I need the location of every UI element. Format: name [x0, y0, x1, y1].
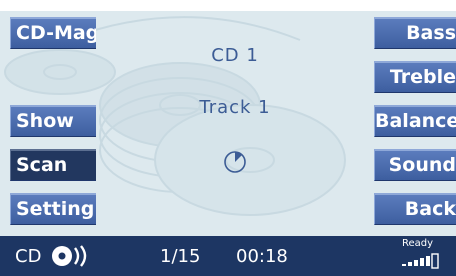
status-bar: CD 1/15 00:18 Ready [0, 236, 456, 276]
disc-icon [52, 245, 87, 267]
track-count: 1/15 [160, 246, 201, 267]
audio-screen: CD-Mag Show Scan Setting Bass Treble Bal… [0, 0, 456, 276]
scan-button[interactable]: Scan [10, 149, 96, 181]
sound-button[interactable]: Sound [374, 149, 456, 181]
track-label: Track 1 [199, 97, 271, 118]
cd-mag-button[interactable]: CD-Mag [10, 17, 96, 49]
signal-icon [402, 253, 439, 269]
show-button[interactable]: Show [10, 105, 96, 137]
balance-button[interactable]: Balance [374, 105, 456, 137]
clock-icon [224, 151, 246, 173]
elapsed-time: 00:18 [236, 246, 288, 267]
source-label: CD [15, 246, 42, 267]
bass-button[interactable]: Bass [374, 17, 456, 49]
ready-label: Ready [402, 238, 434, 249]
cd-number-label: CD 1 [211, 45, 259, 66]
setting-button[interactable]: Setting [10, 193, 96, 225]
treble-button[interactable]: Treble [374, 61, 456, 93]
back-button[interactable]: Back [374, 193, 456, 225]
